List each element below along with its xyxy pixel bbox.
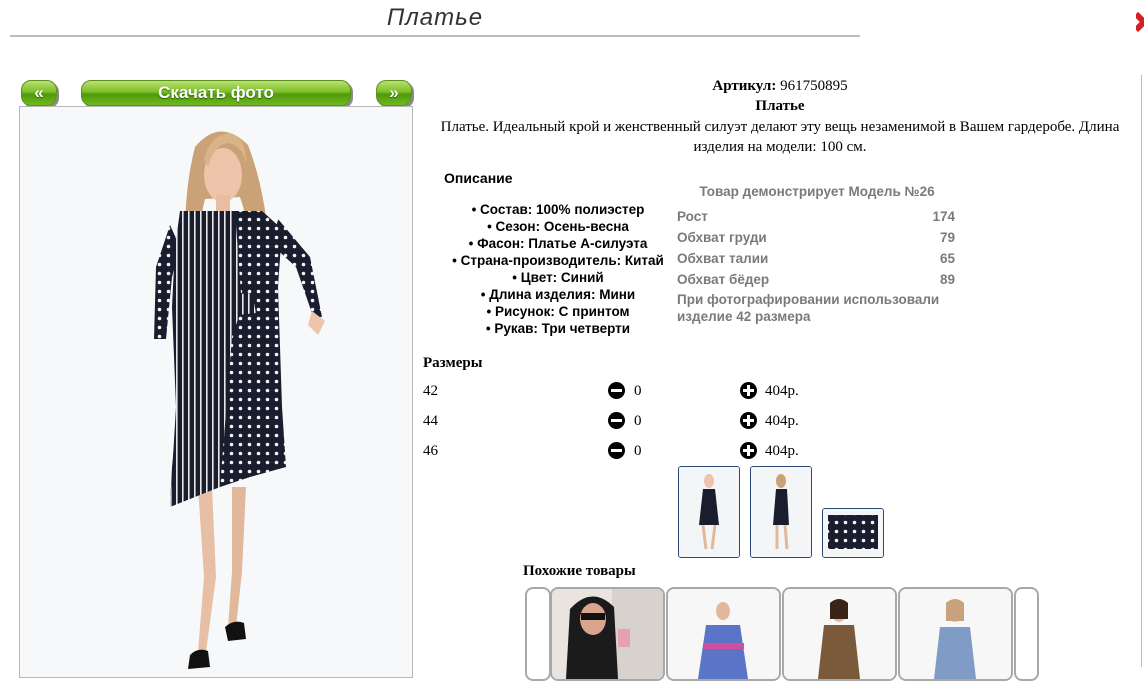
plus-icon[interactable] [740, 382, 757, 399]
similar-product-image [784, 589, 895, 679]
feature-item: • Фасон: Платье А-силуэта [468, 236, 648, 251]
size-label: 44 [423, 413, 438, 429]
thumbnail-fabric[interactable] [822, 508, 884, 558]
fabric-swatch-image [823, 509, 883, 557]
model-photo-illustration [20, 107, 412, 677]
plus-icon[interactable] [740, 442, 757, 459]
sizes-title: Размеры [423, 355, 483, 371]
plus-icon[interactable] [740, 412, 757, 429]
article-label: Артикул: [712, 78, 777, 94]
article-line: Артикул: 961750895 [416, 76, 1144, 96]
product-name: Платье [755, 98, 805, 114]
model-info: Товар демонстрирует Модель №26 Рост 174 О… [677, 184, 957, 325]
size-label: 42 [423, 383, 438, 399]
feature-item: • Сезон: Осень-весна [487, 219, 629, 234]
minus-icon[interactable] [608, 382, 625, 399]
page-title: Платье [386, 4, 484, 31]
similar-product-image [552, 589, 663, 679]
product-description: Платье. Идеальный крой и женственный сил… [440, 119, 1120, 155]
minus-icon[interactable] [608, 412, 625, 429]
model-row: Обхват груди 79 [677, 230, 955, 245]
feature-list: • Состав: 100% полиэстер • Сезон: Осень-… [440, 201, 676, 337]
quantity-value: 0 [634, 443, 642, 459]
price-label: 404р. [765, 413, 799, 429]
close-icon[interactable] [1136, 8, 1144, 36]
price-label: 404р. [765, 443, 799, 459]
size-label: 46 [423, 443, 438, 459]
main-product-photo[interactable] [19, 106, 413, 678]
quantity-value: 0 [634, 413, 642, 429]
thumbnail-image [679, 467, 739, 557]
product-info: Артикул: 961750895 Платье Платье. Идеаль… [416, 76, 1144, 157]
model-note: При фотографировании использовали издели… [677, 292, 940, 324]
feature-item: • Рукав: Три четверти [485, 321, 631, 336]
article-value: 961750895 [780, 78, 848, 94]
model-row: Обхват талии 65 [677, 251, 955, 266]
thumbnail-side[interactable] [750, 466, 812, 558]
download-photo-button[interactable]: Скачать фото [81, 80, 351, 106]
quantity-value: 0 [634, 383, 642, 399]
model-header: Товар демонстрирует Модель №26 [699, 184, 935, 199]
similar-product-image [900, 589, 1011, 679]
model-row: Обхват бёдер 89 [677, 272, 955, 287]
feature-item: • Цвет: Синий [512, 270, 604, 285]
model-row: Рост 174 [677, 209, 955, 224]
feature-item: • Состав: 100% полиэстер [471, 202, 645, 217]
feature-item: • Длина изделия: Мини [480, 287, 636, 302]
price-label: 404р. [765, 383, 799, 399]
right-divider [1141, 75, 1142, 667]
prev-photo-button[interactable]: « [21, 80, 57, 106]
minus-icon[interactable] [608, 442, 625, 459]
feature-item: • Страна-производитель: Китай [452, 253, 664, 268]
feature-item: • Рисунок: С принтом [486, 304, 630, 319]
title-divider [10, 35, 860, 37]
thumbnail-front[interactable] [678, 466, 740, 558]
similar-products-title: Похожие товары [523, 563, 636, 579]
next-photo-button[interactable]: » [376, 80, 412, 106]
similar-product-image [668, 589, 779, 679]
thumbnail-image [751, 467, 811, 557]
description-title: Описание [444, 170, 513, 186]
